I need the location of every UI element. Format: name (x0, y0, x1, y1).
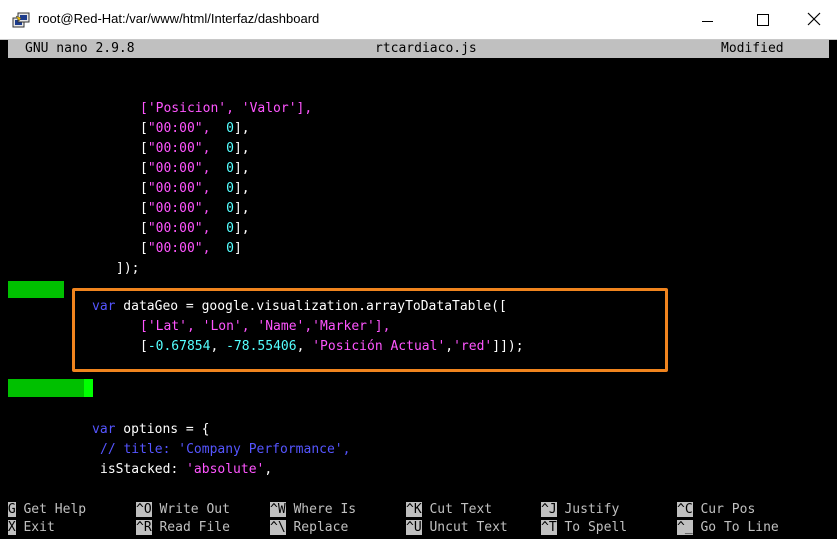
code-line: ]); (116, 261, 140, 276)
nano-header: GNU nano 2.9.8 rtcardiaco.js Modified (8, 40, 829, 58)
code-comment: // title: 'Company Performance', (100, 442, 351, 457)
cursor-marker (8, 281, 64, 298)
shortcut-cut-text[interactable]: ^K Cut Text (406, 501, 492, 519)
shortcut-to-spell[interactable]: ^T To Spell (541, 519, 627, 537)
maximize-icon (757, 14, 769, 26)
close-icon (807, 12, 821, 26)
text-cursor (84, 379, 93, 397)
nano-filename: rtcardiaco.js (375, 41, 477, 56)
shortcut-read-file[interactable]: ^R Read File (136, 519, 230, 537)
cursor-marker (8, 379, 84, 397)
code-row: ["00:00", 0], (140, 181, 250, 196)
code-line: isStacked: 'absolute', (100, 462, 273, 477)
code-row: ["00:00", 0] (140, 241, 242, 256)
code-row: ["00:00", 0], (140, 221, 250, 236)
window-titlebar[interactable]: root@Red-Hat:/var/www/html/Interfaz/dash… (0, 0, 837, 40)
shortcut-get-help[interactable]: ^G Get Help (8, 501, 86, 519)
close-button[interactable] (791, 0, 837, 40)
terminal-area[interactable]: GNU nano 2.9.8 rtcardiaco.js Modified ['… (8, 40, 837, 539)
shortcut-justify[interactable]: ^J Justify (541, 501, 619, 519)
minimize-button[interactable] (684, 0, 730, 40)
code-row: ["00:00", 0], (140, 121, 250, 136)
shortcut-go-to-line[interactable]: ^_ Go To Line (677, 519, 779, 537)
shortcut-exit[interactable]: ^X Exit (8, 519, 55, 537)
shortcut-where-is[interactable]: ^W Where Is (270, 501, 356, 519)
maximize-button[interactable] (740, 0, 786, 40)
shortcut-cur-pos[interactable]: ^C Cur Pos (677, 501, 755, 519)
code-row: ["00:00", 0], (140, 161, 250, 176)
putty-icon (12, 12, 30, 28)
code-row: ["00:00", 0], (140, 141, 250, 156)
code-row: ["00:00", 0], (140, 201, 250, 216)
nano-version: GNU nano 2.9.8 (25, 41, 135, 56)
shortcut-uncut-text[interactable]: ^U Uncut Text (406, 519, 508, 537)
code-line: var options = { (92, 422, 210, 437)
shortcut-replace[interactable]: ^\ Replace (270, 519, 348, 537)
code-line: ['Posicion', 'Valor'], (140, 101, 313, 116)
highlight-box (72, 288, 668, 372)
nano-status: Modified (721, 41, 784, 56)
window-title: root@Red-Hat:/var/www/html/Interfaz/dash… (38, 11, 320, 26)
shortcut-write-out[interactable]: ^O Write Out (136, 501, 230, 519)
minimize-icon (702, 21, 713, 22)
